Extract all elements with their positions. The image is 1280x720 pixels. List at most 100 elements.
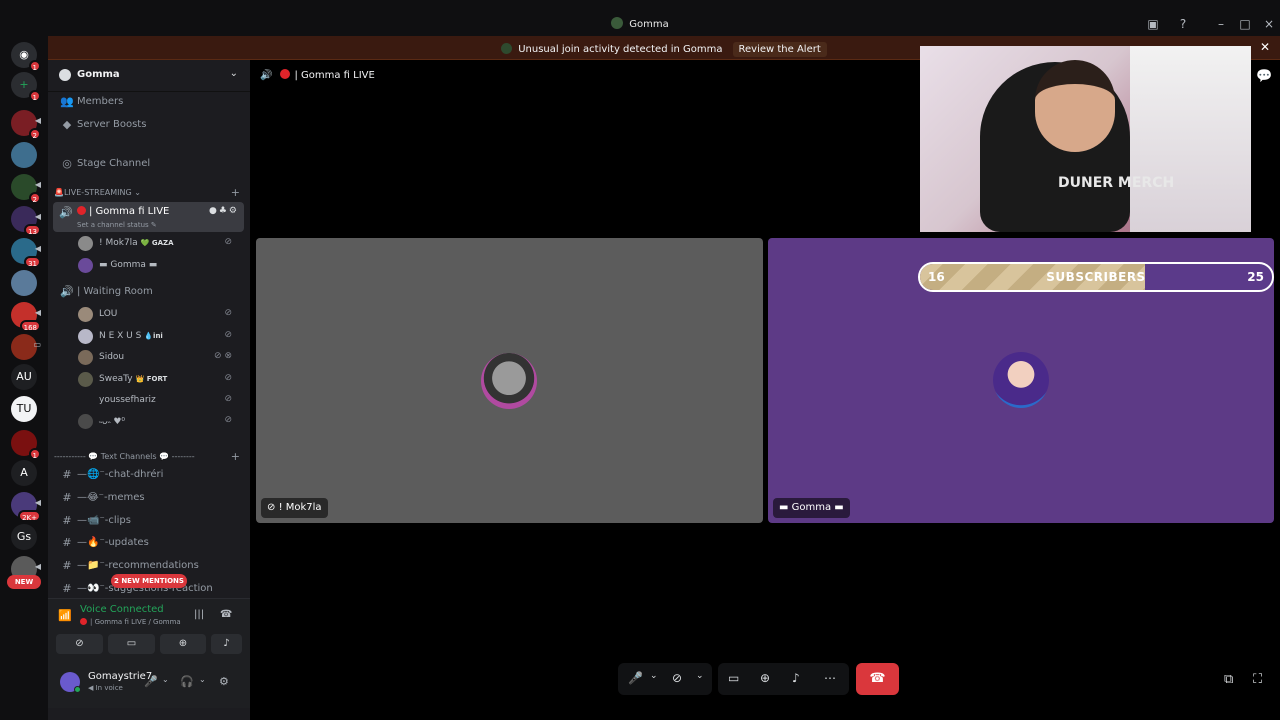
text-channel[interactable]: # —🔥⁻-updates <box>54 533 244 553</box>
user-name: LOU <box>99 309 118 319</box>
settings-icon[interactable]: ⚙ <box>229 206 239 216</box>
add-channel-icon[interactable]: + <box>231 450 240 463</box>
minimize-button[interactable]: – <box>1213 16 1229 32</box>
server-icon[interactable] <box>11 270 37 296</box>
chevron-down-icon[interactable]: ⌄ <box>650 671 658 681</box>
server-icon[interactable]: A <box>11 460 37 486</box>
chat-icon[interactable]: ● <box>209 206 219 216</box>
deafened-icon: ⊘ <box>224 394 232 404</box>
server-icon[interactable]: ◀ 168 <box>11 302 41 332</box>
camera-off-icon[interactable]: ⊘ <box>672 671 682 685</box>
server-icon[interactable]: ▭ <box>11 334 41 360</box>
guild-name: Gomma <box>77 69 120 80</box>
text-channel[interactable]: # —😂⁻-memes <box>54 488 244 508</box>
stage-channel[interactable]: ◎ Stage Channel <box>54 154 244 174</box>
badge: 2K+ <box>18 510 41 522</box>
hashtag-icon: # <box>62 536 72 549</box>
voice-user[interactable]: ! Mok7la 💚 GAZA ⊘ <box>78 235 238 253</box>
category-live-streaming[interactable]: 🚨LIVE-STREAMING ⌄ + <box>54 186 244 199</box>
help-icon[interactable]: ? <box>1175 16 1191 32</box>
activities-button[interactable]: ⊕ <box>160 634 206 654</box>
text-channel[interactable]: # —📁⁻-recommendations <box>54 556 244 576</box>
server-icon[interactable] <box>11 142 37 168</box>
inbox-icon[interactable]: ▣ <box>1145 16 1161 32</box>
voice-location[interactable]: | Gomma fi LIVE / Gomma <box>80 618 181 626</box>
camera-button[interactable]: ⊘ <box>56 634 103 654</box>
server-icon[interactable]: ◀ 31 <box>11 238 41 268</box>
streamer-webcam-overlay: DUNER MERCH <box>920 46 1251 232</box>
chevron-down-icon[interactable]: ⌄ <box>230 68 238 79</box>
channel-status-text: Set a channel status <box>77 221 149 229</box>
chevron-down-icon[interactable]: ⌄ <box>199 675 206 684</box>
server-icon[interactable]: TU <box>11 396 37 422</box>
more-icon[interactable]: ⋯ <box>824 671 836 685</box>
voice-channel-gomma-live[interactable]: 🔊 | Gomma fi LIVE Set a channel status ✎… <box>53 202 244 232</box>
text-channel[interactable]: # —📹⁻-clips <box>54 511 244 531</box>
review-alert-button[interactable]: Review the Alert <box>732 42 827 57</box>
add-channel-icon[interactable]: + <box>231 186 240 199</box>
user-panel: Gomaystrie7 ◀ In voice 🎤 ⌄ 🎧 ⌄ ⚙ <box>48 662 250 708</box>
user-tag: 👑 FORT <box>135 375 168 383</box>
chevron-down-icon[interactable]: ⌄ <box>696 671 704 681</box>
server-icon[interactable]: ◀ 2 <box>11 174 41 204</box>
text-channel[interactable]: # —🌐⁻-chat-dhréri <box>54 465 244 485</box>
server-icon[interactable]: ◀ 13 <box>11 206 41 236</box>
close-icon[interactable]: ✕ <box>1260 40 1270 54</box>
disconnect-button[interactable]: ☎ <box>856 663 899 695</box>
guild-header[interactable]: Gomma ⌄ <box>48 60 250 92</box>
voice-user[interactable]: SweaTy 👑 FORT ⊘ <box>78 371 238 389</box>
voice-location-text: | Gomma fi LIVE / Gomma <box>90 618 181 626</box>
activity-controls: ▭ ⊕ ♪ ⋯ <box>718 663 849 695</box>
chat-icon[interactable]: 💬 <box>1256 69 1272 84</box>
microphone-icon[interactable]: 🎤 <box>144 675 158 688</box>
participant-tile[interactable]: 16 SUBSCRIBERS 25 ▬ Gomma ▬ <box>768 238 1274 523</box>
server-icon[interactable]: ◀ 2 <box>11 110 41 140</box>
window-close-button[interactable]: × <box>1261 16 1277 32</box>
chevron-down-icon[interactable]: ⌄ <box>162 675 169 684</box>
audio-video-controls: 🎤 ⌄ ⊘ ⌄ <box>618 663 712 695</box>
participant-tile[interactable]: ⊘ ! Mok7la <box>256 238 763 523</box>
popout-icon[interactable]: ⧉ <box>1224 672 1233 687</box>
server-icon[interactable]: Gs <box>11 524 37 550</box>
category-text-channels[interactable]: ----------- 💬 Text Channels 💬 -------- + <box>54 450 244 463</box>
voice-user[interactable]: LOU ⊘ <box>78 306 238 324</box>
goal-target: 25 <box>1247 270 1264 284</box>
discord-home-icon[interactable]: ◉ 1 <box>11 42 41 72</box>
channel-status[interactable]: Set a channel status ✎ <box>77 221 157 229</box>
soundboard-button[interactable]: ♪ <box>211 634 242 654</box>
settings-icon[interactable]: ⚙ <box>219 675 229 688</box>
add-server-icon[interactable]: +1 <box>11 72 41 102</box>
screen-share-button[interactable]: ▭ <box>108 634 155 654</box>
voice-user[interactable]: ▬ Gomma ▬ <box>78 257 238 275</box>
maximize-button[interactable]: □ <box>1237 16 1253 32</box>
noise-suppression-icon[interactable]: ||| <box>194 609 204 620</box>
username[interactable]: Gomaystrie7 <box>88 671 152 682</box>
voice-user[interactable]: N E X U S 💧ini ⊘ <box>78 328 238 346</box>
soundboard-icon[interactable]: ♪ <box>792 671 800 685</box>
voice-connected-label[interactable]: Voice Connected <box>80 604 164 615</box>
server-icon <box>611 17 624 29</box>
server-boosts-link[interactable]: ◆ Server Boosts <box>54 115 244 135</box>
new-mentions-pill[interactable]: 2 NEW MENTIONS <box>111 574 187 588</box>
voice-user[interactable]: Sidou ⊘ ⊗ <box>78 349 238 367</box>
new-unreads-pill[interactable]: NEW <box>7 575 41 589</box>
screen-share-icon[interactable]: ▭ <box>728 671 739 685</box>
deafened-icon: ⊘ <box>224 373 232 383</box>
fullscreen-icon[interactable]: ⛶ <box>1253 672 1262 687</box>
activities-icon[interactable]: ⊕ <box>760 671 770 685</box>
server-icon[interactable]: 1 <box>11 430 41 460</box>
disconnect-icon[interactable]: ☎ <box>220 609 232 620</box>
members-link[interactable]: 👥 Members <box>54 92 244 112</box>
voice-user[interactable]: youssefhariz ⊘ <box>78 392 238 410</box>
server-icon <box>501 43 513 54</box>
voice-user[interactable]: ˵ᴗ˵ ♥⁰ ⊘ <box>78 413 238 431</box>
server-icon[interactable]: ◀ 2K+ <box>11 492 41 522</box>
signal-icon[interactable]: 📶 <box>58 609 72 622</box>
avatar <box>993 352 1049 408</box>
microphone-icon[interactable]: 🎤 <box>628 671 643 685</box>
invite-icon[interactable]: ♣ <box>219 206 229 216</box>
voice-channel-waiting-room[interactable]: 🔊 | Waiting Room <box>54 282 244 302</box>
headphones-icon[interactable]: 🎧 <box>180 675 194 688</box>
server-icon[interactable]: AU <box>11 364 37 390</box>
stage-channel-title: | Gomma fi LIVE <box>294 70 375 81</box>
